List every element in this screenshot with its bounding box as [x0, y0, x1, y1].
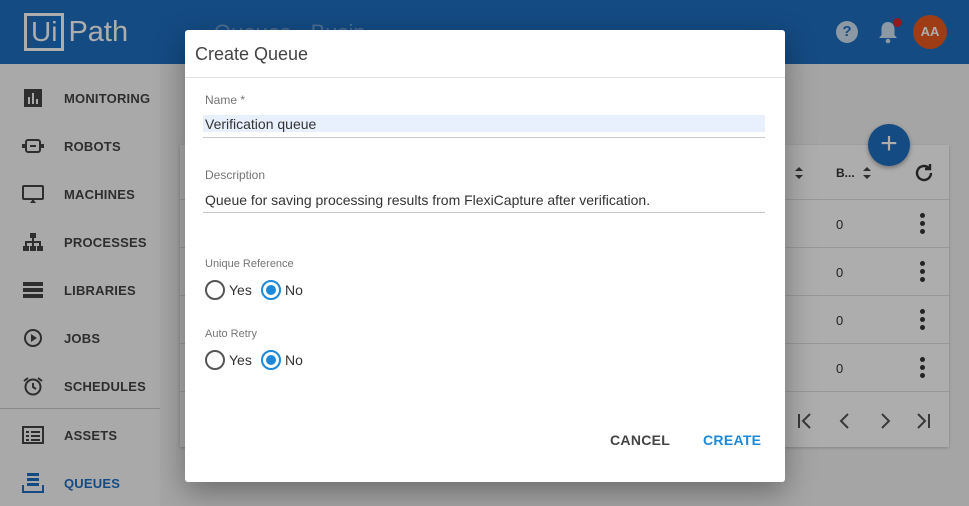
- dialog-title: Create Queue: [195, 44, 309, 64]
- unique-reference-no-radio[interactable]: [261, 280, 281, 300]
- description-underline: [203, 212, 765, 213]
- unique-reference-yes-radio[interactable]: [205, 280, 225, 300]
- auto-retry-label: Auto Retry: [205, 328, 257, 340]
- dialog-divider: [185, 77, 785, 78]
- auto-retry-no-radio[interactable]: [261, 350, 281, 370]
- name-label: Name *: [205, 93, 246, 107]
- name-input[interactable]: [203, 115, 765, 132]
- name-underline: [203, 137, 765, 138]
- cancel-button[interactable]: CANCEL: [610, 432, 670, 448]
- unique-reference-yes-label[interactable]: Yes: [229, 282, 252, 298]
- create-queue-dialog: Create Queue Name * Description Unique R…: [185, 30, 785, 482]
- description-label: Description: [205, 168, 266, 182]
- auto-retry-yes-label[interactable]: Yes: [229, 352, 252, 368]
- unique-reference-no-label[interactable]: No: [285, 282, 303, 298]
- create-button[interactable]: CREATE: [703, 432, 761, 448]
- auto-retry-no-label[interactable]: No: [285, 352, 303, 368]
- unique-reference-label: Unique Reference: [205, 258, 294, 270]
- description-input[interactable]: [203, 190, 765, 210]
- auto-retry-yes-radio[interactable]: [205, 350, 225, 370]
